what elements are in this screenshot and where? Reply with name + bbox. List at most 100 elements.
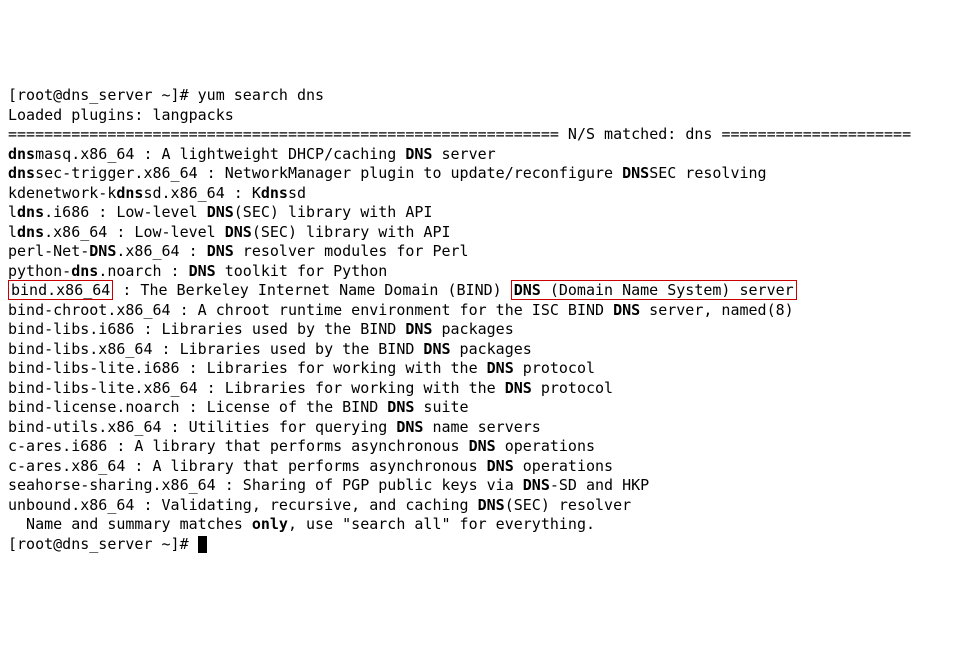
result-pre: l [8, 223, 17, 241]
result-row: seahorse-sharing.x86_64 : Sharing of PGP… [8, 476, 959, 496]
result-text: (SEC) library with API [252, 223, 451, 241]
match-keyword: DNS [487, 359, 514, 377]
match-keyword: DNS [207, 242, 234, 260]
result-text: server, named(8) [640, 301, 794, 319]
result-text: bind-libs-lite.x86_64 : Libraries for wo… [8, 379, 505, 397]
match-keyword: dns [8, 145, 35, 163]
separator-label: N/S matched: dns [568, 125, 713, 143]
result-text: name servers [423, 418, 540, 436]
match-keyword: DNS [387, 398, 414, 416]
cursor-icon [198, 536, 207, 553]
command-line: [root@dns_server ~]# yum search dns [8, 86, 959, 106]
highlighted-result-row: bind.x86_64 : The Berkeley Internet Name… [8, 281, 959, 301]
result-text: server [432, 145, 495, 163]
match-keyword: DNS [207, 203, 234, 221]
result-text: c-ares.i686 : A library that performs as… [8, 437, 469, 455]
shell-prompt-line[interactable]: [root@dns_server ~]# [8, 535, 959, 555]
result-text: suite [414, 398, 468, 416]
result-text: .noarch : [98, 262, 188, 280]
result-text: (Domain Name System) server [541, 281, 794, 299]
result-row: bind-libs-lite.x86_64 : Libraries for wo… [8, 379, 959, 399]
result-row: c-ares.x86_64 : A library that performs … [8, 457, 959, 477]
match-keyword: DNS [478, 496, 505, 514]
result-text: : The Berkeley Internet Name Domain (BIN… [113, 281, 510, 299]
result-row: unbound.x86_64 : Validating, recursive, … [8, 496, 959, 516]
match-keyword: DNS [523, 476, 550, 494]
match-keyword: DNS [423, 340, 450, 358]
result-text: toolkit for Python [216, 262, 388, 280]
result-text: c-ares.x86_64 : A library that performs … [8, 457, 487, 475]
result-pre: perl-Net- [8, 242, 89, 260]
result-text: .x86_64 : Low-level [44, 223, 225, 241]
shell-prompt[interactable]: [root@dns_server ~]# [8, 535, 198, 553]
shell-prompt[interactable]: [root@dns_server ~]# [8, 86, 198, 104]
result-pre: python- [8, 262, 71, 280]
result-text: protocol [514, 359, 595, 377]
result-text: (SEC) library with API [234, 203, 433, 221]
match-keyword: dns [116, 184, 143, 202]
result-row: bind-chroot.x86_64 : A chroot runtime en… [8, 301, 959, 321]
result-text: SEC resolving [649, 164, 766, 182]
result-row: c-ares.i686 : A library that performs as… [8, 437, 959, 457]
result-text: masq.x86_64 : A lightweight DHCP/caching [35, 145, 405, 163]
result-text: bind-libs.x86_64 : Libraries used by the… [8, 340, 423, 358]
result-row: dnsmasq.x86_64 : A lightweight DHCP/cach… [8, 145, 959, 165]
result-text: sd [288, 184, 306, 202]
result-text: operations [514, 457, 613, 475]
match-keyword: dns [17, 203, 44, 221]
result-pre: kdenetwork-k [8, 184, 116, 202]
match-keyword: DNS [613, 301, 640, 319]
match-keyword: DNS [514, 281, 541, 299]
result-text: .i686 : Low-level [44, 203, 207, 221]
match-keyword: DNS [622, 164, 649, 182]
match-keyword: DNS [469, 437, 496, 455]
match-keyword: DNS [89, 242, 116, 260]
match-keyword: DNS [396, 418, 423, 436]
highlight-package-name: bind.x86_64 [8, 280, 113, 300]
result-row: bind-libs.i686 : Libraries used by the B… [8, 320, 959, 340]
result-text: packages [451, 340, 532, 358]
result-text: seahorse-sharing.x86_64 : Sharing of PGP… [8, 476, 523, 494]
result-row: dnssec-trigger.x86_64 : NetworkManager p… [8, 164, 959, 184]
result-text: sec-trigger.x86_64 : NetworkManager plug… [35, 164, 622, 182]
result-row: python-dns.noarch : DNS toolkit for Pyth… [8, 262, 959, 282]
result-row: perl-Net-DNS.x86_64 : DNS resolver modul… [8, 242, 959, 262]
result-text: protocol [532, 379, 613, 397]
separator-right: ===================== [712, 125, 911, 143]
result-row: bind-libs-lite.i686 : Libraries for work… [8, 359, 959, 379]
footer-line: Name and summary matches only, use "sear… [8, 515, 959, 535]
result-text: bind-chroot.x86_64 : A chroot runtime en… [8, 301, 613, 319]
result-text: bind-license.noarch : License of the BIN… [8, 398, 387, 416]
result-pre: l [8, 203, 17, 221]
footer-text: , use "search all" for everything. [288, 515, 595, 533]
result-row: kdenetwork-kdnssd.x86_64 : Kdnssd [8, 184, 959, 204]
match-keyword: dns [8, 164, 35, 182]
match-keyword: DNS [405, 145, 432, 163]
match-keyword: dns [71, 262, 98, 280]
separator-left: ========================================… [8, 125, 568, 143]
result-row: bind-utils.x86_64 : Utilities for queryi… [8, 418, 959, 438]
result-text: unbound.x86_64 : Validating, recursive, … [8, 496, 478, 514]
result-row: bind-license.noarch : License of the BIN… [8, 398, 959, 418]
match-keyword: DNS [505, 379, 532, 397]
result-text: bind-libs-lite.i686 : Libraries for work… [8, 359, 487, 377]
match-keyword: dns [17, 223, 44, 241]
result-row: bind-libs.x86_64 : Libraries used by the… [8, 340, 959, 360]
result-text: sd.x86_64 : K [143, 184, 260, 202]
result-text: bind-utils.x86_64 : Utilities for queryi… [8, 418, 396, 436]
shell-command: yum search dns [198, 86, 324, 104]
match-keyword: dns [261, 184, 288, 202]
result-text: (SEC) resolver [505, 496, 631, 514]
result-text: -SD and HKP [550, 476, 649, 494]
match-keyword: DNS [189, 262, 216, 280]
result-row: ldns.x86_64 : Low-level DNS(SEC) library… [8, 223, 959, 243]
highlight-description: DNS (Domain Name System) server [511, 280, 797, 300]
match-keyword: DNS [487, 457, 514, 475]
footer-text: Name and summary matches [8, 515, 252, 533]
result-text: .x86_64 : [116, 242, 206, 260]
result-text: packages [432, 320, 513, 338]
match-keyword: DNS [225, 223, 252, 241]
plugins-line: Loaded plugins: langpacks [8, 106, 959, 126]
result-row: ldns.i686 : Low-level DNS(SEC) library w… [8, 203, 959, 223]
match-keyword: DNS [405, 320, 432, 338]
